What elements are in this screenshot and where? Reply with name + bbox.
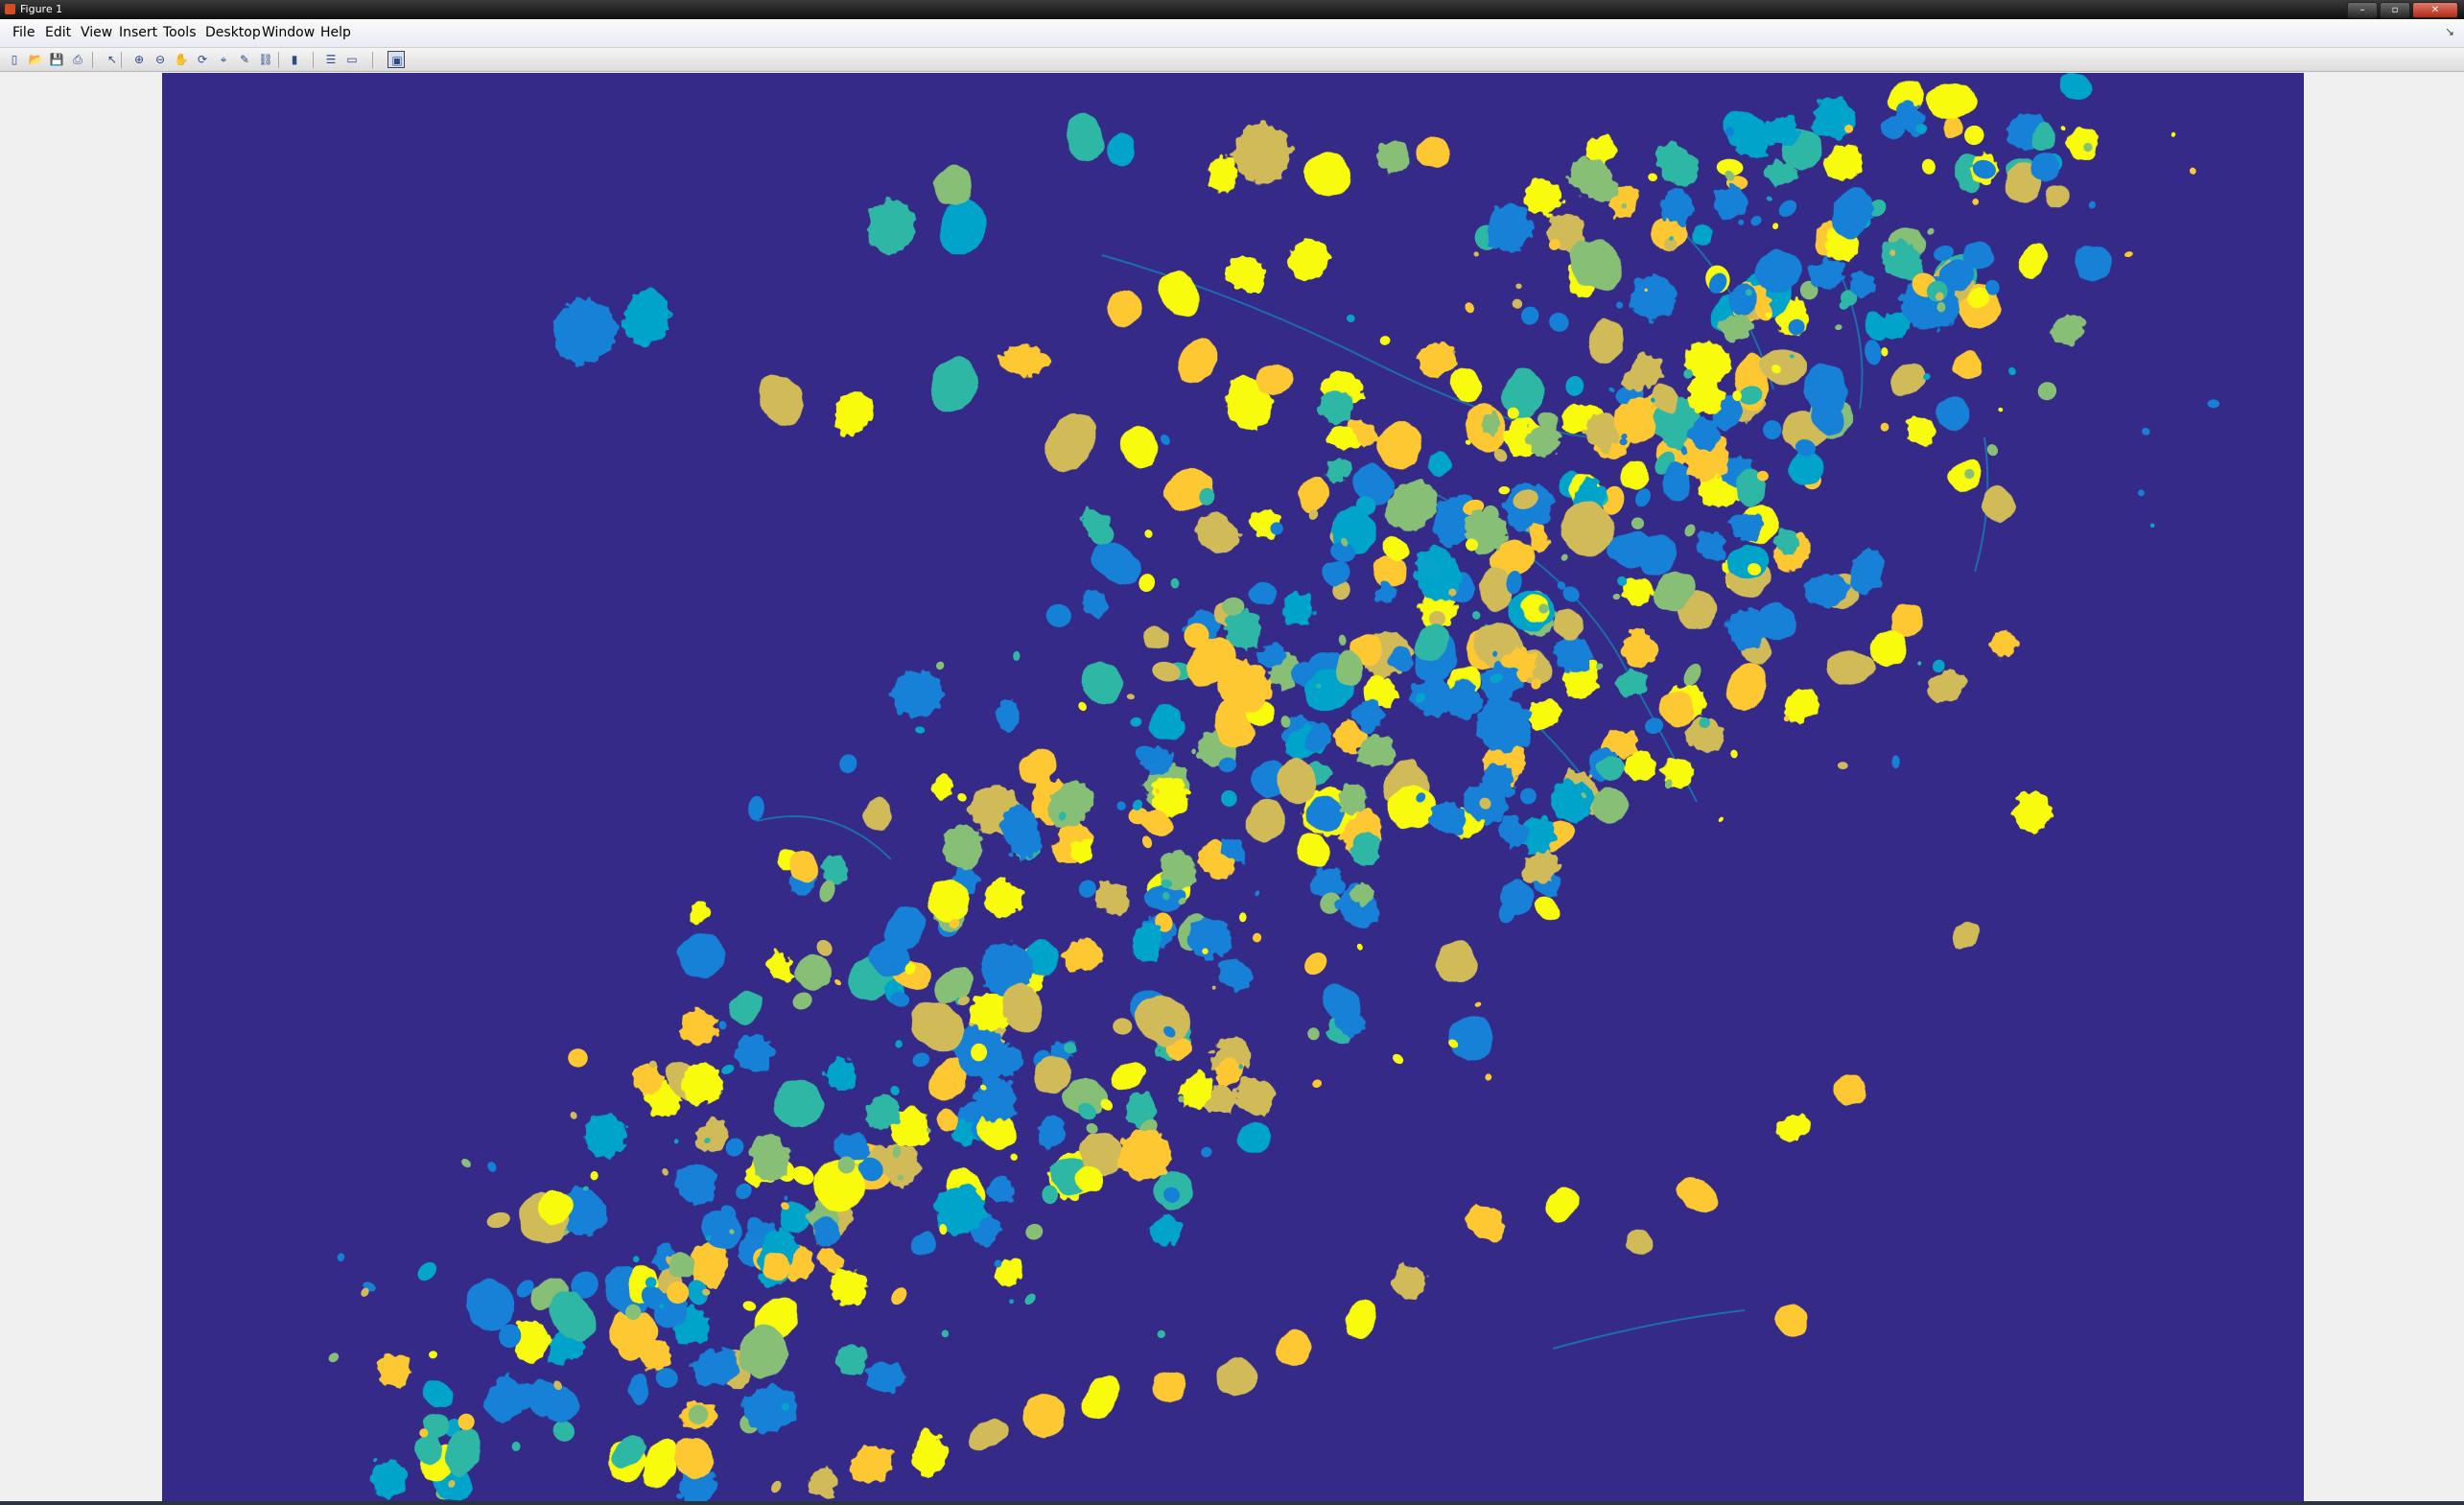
toolbar-separator [278, 52, 279, 68]
hide-plot-tools-button[interactable]: ▭ [343, 51, 361, 68]
minimize-button[interactable]: – [2347, 2, 2378, 18]
menu-tools[interactable]: Tools [163, 25, 197, 40]
open-file-button[interactable]: 📂 [27, 51, 44, 68]
menu-bar: File Edit View Insert Tools Desktop Wind… [0, 19, 2464, 48]
open-file-icon: 📂 [28, 53, 43, 66]
figure-toolbar: ▯ 📂 💾 ⎙ ↖ ⊕ ⊖ ✋ ⟳ ⌖ ✎ ⛓ ▮ ☰ ▭ ▣ [0, 48, 2464, 72]
link-plot-button[interactable]: ⛓ [257, 51, 274, 68]
new-figure-icon: ▯ [11, 53, 18, 66]
debris-speck [1891, 755, 1900, 769]
menu-view[interactable]: View [81, 25, 112, 40]
cell-body [1763, 420, 1782, 440]
debris-speck [2083, 142, 2093, 153]
zoom-in-button[interactable]: ⊕ [130, 51, 148, 68]
print-icon: ⎙ [73, 53, 82, 66]
menu-window[interactable]: Window [262, 25, 315, 40]
window-title: Figure 1 [20, 3, 63, 15]
save-icon: 💾 [49, 53, 64, 66]
legend-icon: ☰ [325, 53, 337, 66]
colorbar-icon: ▮ [291, 53, 298, 66]
menu-file[interactable]: File [12, 25, 35, 40]
print-button[interactable]: ⎙ [69, 51, 86, 68]
edit-plot-icon: ↖ [106, 53, 118, 66]
pan-button[interactable]: ✋ [173, 51, 190, 68]
zoom-out-button[interactable]: ⊖ [152, 51, 169, 68]
menu-help[interactable]: Help [320, 25, 351, 40]
toolbar-separator [92, 52, 93, 68]
zoom-out-icon: ⊖ [154, 53, 166, 66]
new-figure-button[interactable]: ▯ [6, 51, 23, 68]
cell-activity-map [162, 73, 2304, 1503]
matlab-icon [5, 4, 15, 14]
menu-insert[interactable]: Insert [119, 25, 157, 40]
rotate-3d-button[interactable]: ⟳ [194, 51, 211, 68]
toolbar-separator [121, 52, 122, 68]
edit-plot-button[interactable]: ↖ [104, 51, 121, 68]
toolbar-separator [372, 52, 373, 68]
cell-body [1226, 257, 1266, 292]
brush-button[interactable]: ✎ [236, 51, 253, 68]
maximize-button[interactable]: ▫ [2380, 2, 2410, 18]
taskbar-edge [0, 1501, 2464, 1505]
debris-speck [1936, 301, 1946, 313]
legend-button[interactable]: ☰ [322, 51, 340, 68]
rotate-3d-icon: ⟳ [197, 53, 208, 66]
dock-arrow-icon[interactable]: ↘ [2445, 25, 2454, 38]
show-plot-tools-button[interactable]: ▣ [387, 51, 405, 68]
menu-desktop[interactable]: Desktop [205, 25, 261, 40]
show-plot-tools-icon: ▣ [391, 54, 403, 67]
menu-edit[interactable]: Edit [45, 25, 71, 40]
save-button[interactable]: 💾 [48, 51, 65, 68]
debris-speck [1844, 124, 1854, 133]
cell-body [735, 1035, 774, 1071]
zoom-in-icon: ⊕ [133, 53, 145, 66]
pan-icon: ✋ [174, 53, 189, 66]
data-cursor-button[interactable]: ⌖ [215, 51, 232, 68]
colorbar-button[interactable]: ▮ [286, 51, 303, 68]
window-titlebar[interactable]: Figure 1 – ▫ ✕ [0, 0, 2464, 19]
data-cursor-icon: ⌖ [220, 53, 227, 66]
figure-canvas [3, 73, 2461, 1503]
toolbar-separator [313, 52, 314, 68]
close-button[interactable]: ✕ [2412, 2, 2458, 18]
link-plot-icon: ⛓ [258, 53, 273, 66]
hide-plot-tools-icon: ▭ [346, 53, 358, 66]
brush-icon: ✎ [239, 53, 250, 66]
